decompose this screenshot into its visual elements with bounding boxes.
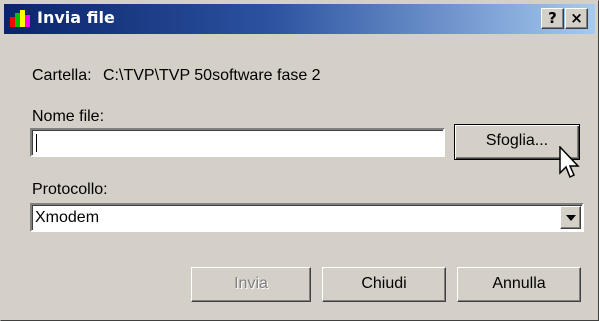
close-icon[interactable]: × bbox=[565, 8, 588, 29]
text-caret bbox=[36, 134, 37, 152]
cancel-button[interactable]: Annulla bbox=[457, 267, 581, 302]
protocol-selected-value: Xmodem bbox=[35, 209, 100, 226]
filename-label-text: Nome file: bbox=[32, 108, 105, 125]
window-title: Invia file bbox=[37, 8, 115, 27]
send-button[interactable]: Invia bbox=[191, 267, 311, 302]
mouse-pointer-icon bbox=[558, 145, 582, 180]
filename-label: Nome file: bbox=[32, 108, 104, 126]
app-icon bbox=[9, 9, 31, 29]
title-bar[interactable]: Invia file ? × bbox=[4, 4, 595, 34]
close-button[interactable]: Chiudi bbox=[322, 267, 446, 302]
folder-path: C:\TVP\TVP 50software fase 2 bbox=[103, 67, 321, 84]
help-button[interactable]: ? bbox=[541, 8, 564, 29]
protocol-label: Protocollo: bbox=[32, 181, 108, 198]
dropdown-button[interactable] bbox=[560, 206, 581, 229]
chevron-down-icon bbox=[566, 215, 576, 221]
send-file-dialog: Invia file ? × Cartella: C:\TVP\TVP 50so… bbox=[0, 0, 599, 321]
filename-input[interactable] bbox=[30, 128, 445, 157]
protocol-select[interactable]: Xmodem bbox=[30, 203, 584, 232]
folder-label: Cartella: bbox=[32, 67, 92, 84]
